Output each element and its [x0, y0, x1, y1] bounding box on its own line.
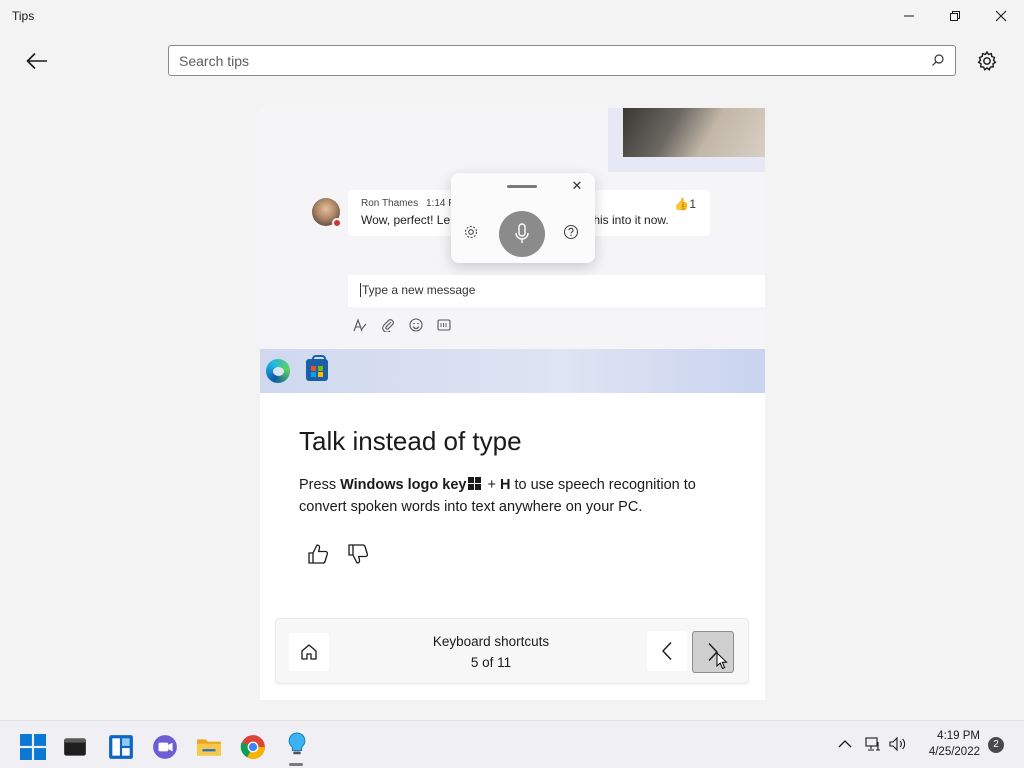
help-icon	[563, 224, 579, 240]
close-button[interactable]	[978, 0, 1024, 32]
thumbs-up-button[interactable]	[306, 542, 330, 566]
illustration-taskbar	[260, 349, 765, 393]
tip-description: Press Windows logo key + H to use speech…	[299, 474, 739, 518]
search-box[interactable]	[168, 45, 956, 76]
voice-typing-panel: ✕	[451, 173, 595, 263]
tip-category: Keyboard shortcuts	[432, 634, 550, 649]
next-tip-button[interactable]	[692, 631, 734, 673]
previous-tip-button[interactable]	[647, 631, 687, 671]
microphone-button	[499, 211, 545, 257]
volume-icon[interactable]	[889, 736, 907, 752]
teams-chat-icon[interactable]	[152, 734, 178, 760]
tip-illustration: Ron Thames 1:14 P Wow, perfect! Le rate …	[260, 108, 765, 393]
voice-settings-icon	[464, 225, 478, 239]
start-icon[interactable]	[20, 734, 46, 760]
message-sender: Ron Thames	[361, 198, 419, 209]
thumbs-down-button[interactable]	[346, 542, 370, 566]
restore-icon	[950, 11, 960, 21]
search-input[interactable]	[179, 52, 919, 70]
compose-toolbar	[352, 317, 452, 333]
attach-icon	[380, 317, 396, 333]
compose-input	[360, 283, 750, 297]
message-text-start: Wow, perfect! Le	[361, 213, 451, 227]
tips-icon[interactable]	[284, 732, 310, 758]
tip-text-prefix: Press	[299, 477, 341, 493]
chevron-up-icon[interactable]	[838, 739, 852, 749]
search-icon[interactable]	[931, 53, 945, 67]
clock-time[interactable]: 4:19 PM	[928, 730, 980, 742]
clock-date[interactable]: 4/25/2022	[918, 746, 980, 758]
minimize-icon	[904, 15, 914, 17]
windows-logo-icon	[468, 477, 482, 490]
gif-icon	[436, 317, 452, 333]
tip-navigation-bar: Keyboard shortcuts 5 of 11	[275, 618, 749, 684]
camera-photo	[623, 108, 765, 157]
chrome-icon[interactable]	[240, 734, 266, 760]
widgets-icon[interactable]	[108, 734, 134, 760]
voice-close-icon: ✕	[571, 178, 583, 193]
tip-key-h: H	[499, 477, 511, 493]
thumbs-down-icon	[348, 544, 369, 564]
compose-box	[348, 275, 765, 307]
thumbs-up-icon	[308, 544, 329, 564]
title-bar: Tips	[0, 0, 1024, 32]
tip-plus: +	[483, 477, 500, 493]
active-app-indicator	[289, 763, 303, 766]
file-explorer-icon[interactable]	[196, 734, 222, 760]
tip-key-name: Windows logo key	[340, 477, 467, 493]
chevron-left-icon	[662, 642, 672, 660]
notification-badge[interactable]: 2	[988, 737, 1004, 753]
shared-photo-message	[608, 108, 765, 172]
network-icon[interactable]	[865, 736, 881, 752]
back-arrow-icon	[26, 52, 47, 70]
home-button[interactable]	[289, 633, 329, 671]
terminal-icon[interactable]	[62, 734, 88, 760]
windows-taskbar: 4:19 PM 4/25/2022 2	[0, 720, 1024, 768]
microphone-icon	[515, 223, 529, 243]
tip-title: Talk instead of type	[299, 426, 522, 456]
home-icon	[301, 644, 317, 660]
back-button[interactable]	[20, 44, 54, 78]
mouse-cursor-icon	[716, 652, 728, 670]
edge-icon	[266, 359, 290, 383]
restore-button[interactable]	[932, 0, 978, 32]
close-icon	[995, 10, 1007, 22]
avatar	[312, 198, 342, 228]
minimize-button[interactable]	[886, 0, 932, 32]
window-title: Tips	[12, 9, 35, 23]
format-icon	[352, 317, 368, 333]
tip-card: Ron Thames 1:14 P Wow, perfect! Le rate …	[260, 108, 765, 700]
tip-position: 5 of 11	[470, 655, 512, 670]
store-icon	[306, 355, 328, 381]
busy-status-dot	[332, 218, 342, 228]
settings-button[interactable]	[970, 44, 1004, 78]
drag-handle	[507, 185, 537, 188]
like-reaction: 👍1	[674, 197, 696, 211]
gear-icon	[977, 50, 997, 71]
emoji-icon	[408, 317, 424, 333]
